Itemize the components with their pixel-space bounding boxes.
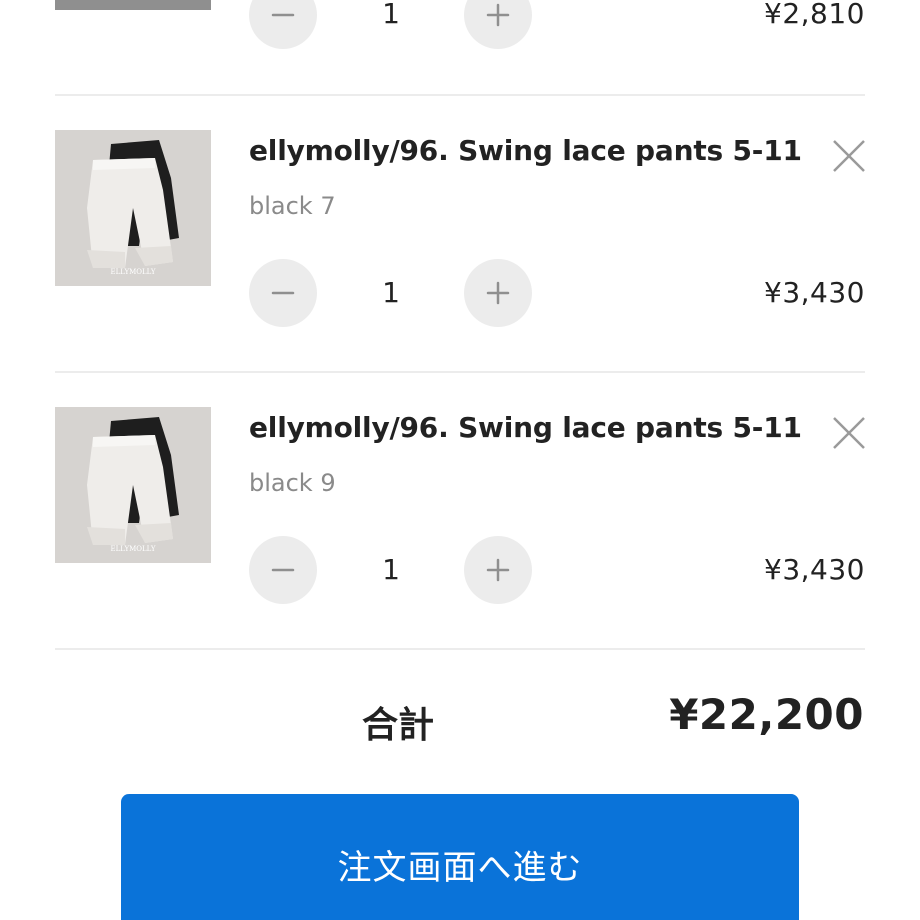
close-icon: [833, 140, 865, 172]
decrease-quantity-button[interactable]: [249, 0, 317, 49]
thumbnail-brand-text: ELLYMOLLY: [111, 268, 156, 276]
product-thumbnail[interactable]: ELLYMOLLY: [55, 130, 211, 286]
minus-icon: [271, 291, 295, 295]
quantity-value: 1: [382, 276, 400, 309]
remove-item-button[interactable]: [831, 138, 867, 174]
checkout-button-label: 注文画面へ進む: [337, 848, 583, 888]
minus-icon: [271, 568, 295, 572]
item-price: ¥3,430: [764, 553, 865, 586]
product-variant: black 7: [249, 192, 336, 220]
increase-quantity-button[interactable]: [464, 536, 532, 604]
product-thumbnail[interactable]: [55, 0, 211, 10]
minus-icon: [271, 13, 295, 17]
decrease-quantity-button[interactable]: [249, 536, 317, 604]
product-title[interactable]: ellymolly/96. Swing lace pants 5-11: [249, 134, 802, 167]
plus-icon: [486, 558, 510, 582]
plus-icon: [486, 281, 510, 305]
total-value: ¥22,200: [669, 690, 864, 739]
increase-quantity-button[interactable]: [464, 0, 532, 49]
product-thumbnail[interactable]: ELLYMOLLY: [55, 407, 211, 563]
thumbnail-brand-text: ELLYMOLLY: [111, 545, 156, 553]
cart-item: 1 ¥2,810: [55, 0, 865, 95]
total-label: 合計: [362, 705, 435, 746]
divider: [55, 648, 865, 650]
close-icon: [833, 417, 865, 449]
quantity-value: 1: [382, 553, 400, 586]
quantity-value: 1: [382, 0, 400, 30]
remove-item-button[interactable]: [831, 415, 867, 451]
cart-item: ELLYMOLLY ellymolly/96. Swing lace pants…: [55, 407, 865, 684]
divider: [55, 94, 865, 96]
product-variant: black 9: [249, 469, 336, 497]
proceed-to-checkout-button[interactable]: 注文画面へ進む: [121, 794, 799, 920]
cart-page: 1 ¥2,810 ELLYMOLLY ellymolly/96. Swing l…: [0, 0, 920, 920]
divider: [55, 371, 865, 373]
increase-quantity-button[interactable]: [464, 259, 532, 327]
cart-item: ELLYMOLLY ellymolly/96. Swing lace pants…: [55, 130, 865, 407]
item-price: ¥2,810: [764, 0, 865, 30]
plus-icon: [486, 3, 510, 27]
product-title[interactable]: ellymolly/96. Swing lace pants 5-11: [249, 411, 802, 444]
item-price: ¥3,430: [764, 276, 865, 309]
decrease-quantity-button[interactable]: [249, 259, 317, 327]
